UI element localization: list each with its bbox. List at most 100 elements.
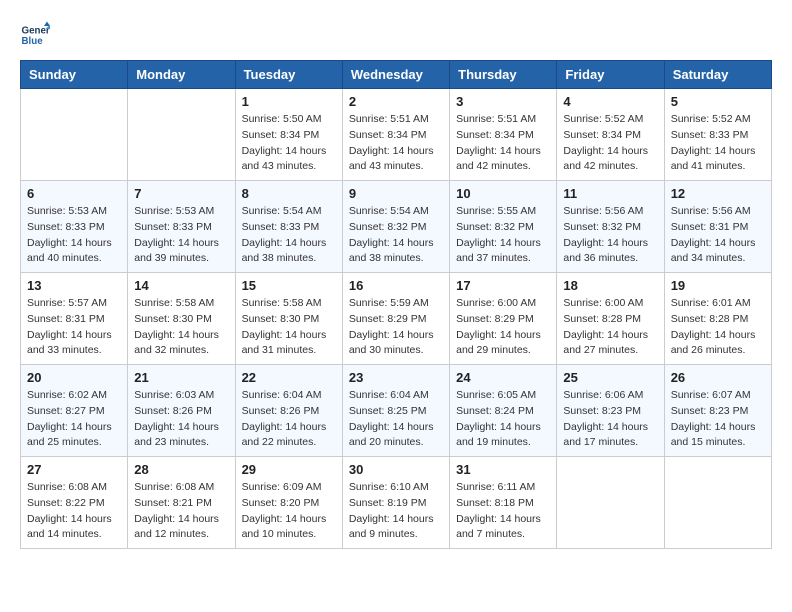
day-number: 12 [671, 186, 765, 201]
day-info: Sunrise: 6:01 AM Sunset: 8:28 PM Dayligh… [671, 296, 765, 359]
day-info: Sunrise: 5:54 AM Sunset: 8:33 PM Dayligh… [242, 204, 336, 267]
day-info: Sunrise: 6:10 AM Sunset: 8:19 PM Dayligh… [349, 480, 443, 543]
day-number: 22 [242, 370, 336, 385]
day-number: 31 [456, 462, 550, 477]
day-info: Sunrise: 6:04 AM Sunset: 8:26 PM Dayligh… [242, 388, 336, 451]
day-number: 3 [456, 94, 550, 109]
calendar-cell [664, 457, 771, 549]
day-info: Sunrise: 6:08 AM Sunset: 8:21 PM Dayligh… [134, 480, 228, 543]
header-monday: Monday [128, 61, 235, 89]
header-saturday: Saturday [664, 61, 771, 89]
logo: General Blue [20, 20, 54, 50]
calendar-cell: 1Sunrise: 5:50 AM Sunset: 8:34 PM Daylig… [235, 89, 342, 181]
day-number: 21 [134, 370, 228, 385]
calendar-cell: 30 Sunrise: 6:10 AM Sunset: 8:19 PM Dayli… [342, 457, 449, 549]
calendar-cell: 16 Sunrise: 5:59 AM Sunset: 8:29 PM Dayli… [342, 273, 449, 365]
svg-text:General: General [22, 26, 51, 37]
day-info: Sunrise: 5:51 AM Sunset: 8:34 PM Dayligh… [456, 112, 550, 175]
logo-icon: General Blue [20, 20, 50, 50]
day-info: Sunrise: 5:52 AM Sunset: 8:34 PM Dayligh… [563, 112, 657, 175]
day-info: Sunrise: 5:57 AM Sunset: 8:31 PM Dayligh… [27, 296, 121, 359]
day-info: Sunrise: 6:00 AM Sunset: 8:28 PM Dayligh… [563, 296, 657, 359]
calendar-cell: 20 Sunrise: 6:02 AM Sunset: 8:27 PM Dayli… [21, 365, 128, 457]
page-header: General Blue [20, 20, 772, 50]
calendar-cell [21, 89, 128, 181]
day-info: Sunrise: 5:53 AM Sunset: 8:33 PM Dayligh… [134, 204, 228, 267]
day-number: 8 [242, 186, 336, 201]
day-number: 4 [563, 94, 657, 109]
day-info: Sunrise: 5:51 AM Sunset: 8:34 PM Dayligh… [349, 112, 443, 175]
header-sunday: Sunday [21, 61, 128, 89]
calendar-cell: 24 Sunrise: 6:05 AM Sunset: 8:24 PM Dayli… [450, 365, 557, 457]
calendar-cell: 10 Sunrise: 5:55 AM Sunset: 8:32 PM Dayli… [450, 181, 557, 273]
day-info: Sunrise: 5:52 AM Sunset: 8:33 PM Dayligh… [671, 112, 765, 175]
day-info: Sunrise: 6:04 AM Sunset: 8:25 PM Dayligh… [349, 388, 443, 451]
calendar-cell: 31 Sunrise: 6:11 AM Sunset: 8:18 PM Dayli… [450, 457, 557, 549]
header-wednesday: Wednesday [342, 61, 449, 89]
day-number: 19 [671, 278, 765, 293]
day-info: Sunrise: 5:58 AM Sunset: 8:30 PM Dayligh… [242, 296, 336, 359]
day-info: Sunrise: 6:02 AM Sunset: 8:27 PM Dayligh… [27, 388, 121, 451]
calendar-cell: 11 Sunrise: 5:56 AM Sunset: 8:32 PM Dayli… [557, 181, 664, 273]
header-friday: Friday [557, 61, 664, 89]
calendar-cell: 21 Sunrise: 6:03 AM Sunset: 8:26 PM Dayli… [128, 365, 235, 457]
calendar-table: SundayMondayTuesdayWednesdayThursdayFrid… [20, 60, 772, 549]
day-info: Sunrise: 6:11 AM Sunset: 8:18 PM Dayligh… [456, 480, 550, 543]
calendar-cell: 23 Sunrise: 6:04 AM Sunset: 8:25 PM Dayli… [342, 365, 449, 457]
day-number: 30 [349, 462, 443, 477]
day-number: 11 [563, 186, 657, 201]
day-number: 23 [349, 370, 443, 385]
day-number: 5 [671, 94, 765, 109]
day-number: 27 [27, 462, 121, 477]
day-info: Sunrise: 6:05 AM Sunset: 8:24 PM Dayligh… [456, 388, 550, 451]
calendar-cell: 22 Sunrise: 6:04 AM Sunset: 8:26 PM Dayli… [235, 365, 342, 457]
calendar-header-row: SundayMondayTuesdayWednesdayThursdayFrid… [21, 61, 772, 89]
day-info: Sunrise: 6:07 AM Sunset: 8:23 PM Dayligh… [671, 388, 765, 451]
day-info: Sunrise: 6:06 AM Sunset: 8:23 PM Dayligh… [563, 388, 657, 451]
day-number: 28 [134, 462, 228, 477]
day-number: 18 [563, 278, 657, 293]
calendar-week-1: 1Sunrise: 5:50 AM Sunset: 8:34 PM Daylig… [21, 89, 772, 181]
day-number: 7 [134, 186, 228, 201]
day-info: Sunrise: 5:53 AM Sunset: 8:33 PM Dayligh… [27, 204, 121, 267]
day-number: 10 [456, 186, 550, 201]
day-info: Sunrise: 5:59 AM Sunset: 8:29 PM Dayligh… [349, 296, 443, 359]
calendar-week-3: 13 Sunrise: 5:57 AM Sunset: 8:31 PM Dayli… [21, 273, 772, 365]
calendar-cell: 5 Sunrise: 5:52 AM Sunset: 8:33 PM Daylig… [664, 89, 771, 181]
calendar-cell: 7 Sunrise: 5:53 AM Sunset: 8:33 PM Daylig… [128, 181, 235, 273]
day-number: 14 [134, 278, 228, 293]
day-number: 24 [456, 370, 550, 385]
calendar-cell [128, 89, 235, 181]
day-info: Sunrise: 6:00 AM Sunset: 8:29 PM Dayligh… [456, 296, 550, 359]
day-info: Sunrise: 6:03 AM Sunset: 8:26 PM Dayligh… [134, 388, 228, 451]
calendar-cell: 4 Sunrise: 5:52 AM Sunset: 8:34 PM Daylig… [557, 89, 664, 181]
day-number: 6 [27, 186, 121, 201]
day-number: 29 [242, 462, 336, 477]
day-number: 26 [671, 370, 765, 385]
day-info: Sunrise: 5:55 AM Sunset: 8:32 PM Dayligh… [456, 204, 550, 267]
calendar-cell: 6 Sunrise: 5:53 AM Sunset: 8:33 PM Daylig… [21, 181, 128, 273]
svg-text:Blue: Blue [22, 36, 44, 47]
calendar-cell: 18 Sunrise: 6:00 AM Sunset: 8:28 PM Dayli… [557, 273, 664, 365]
calendar-cell [557, 457, 664, 549]
calendar-cell: 17 Sunrise: 6:00 AM Sunset: 8:29 PM Dayli… [450, 273, 557, 365]
calendar-cell: 8 Sunrise: 5:54 AM Sunset: 8:33 PM Daylig… [235, 181, 342, 273]
day-info: Sunrise: 6:08 AM Sunset: 8:22 PM Dayligh… [27, 480, 121, 543]
day-number: 16 [349, 278, 443, 293]
day-info: Sunrise: 6:09 AM Sunset: 8:20 PM Dayligh… [242, 480, 336, 543]
calendar-cell: 9Sunrise: 5:54 AM Sunset: 8:32 PM Daylig… [342, 181, 449, 273]
day-number: 20 [27, 370, 121, 385]
calendar-cell: 28 Sunrise: 6:08 AM Sunset: 8:21 PM Dayli… [128, 457, 235, 549]
day-number: 13 [27, 278, 121, 293]
day-info: Sunrise: 5:56 AM Sunset: 8:32 PM Dayligh… [563, 204, 657, 267]
calendar-cell: 25Sunrise: 6:06 AM Sunset: 8:23 PM Dayli… [557, 365, 664, 457]
calendar-cell: 14 Sunrise: 5:58 AM Sunset: 8:30 PM Dayli… [128, 273, 235, 365]
day-number: 9 [349, 186, 443, 201]
calendar-week-5: 27 Sunrise: 6:08 AM Sunset: 8:22 PM Dayli… [21, 457, 772, 549]
header-tuesday: Tuesday [235, 61, 342, 89]
day-number: 17 [456, 278, 550, 293]
calendar-week-4: 20 Sunrise: 6:02 AM Sunset: 8:27 PM Dayli… [21, 365, 772, 457]
day-number: 2 [349, 94, 443, 109]
calendar-cell: 3 Sunrise: 5:51 AM Sunset: 8:34 PM Daylig… [450, 89, 557, 181]
day-info: Sunrise: 5:58 AM Sunset: 8:30 PM Dayligh… [134, 296, 228, 359]
